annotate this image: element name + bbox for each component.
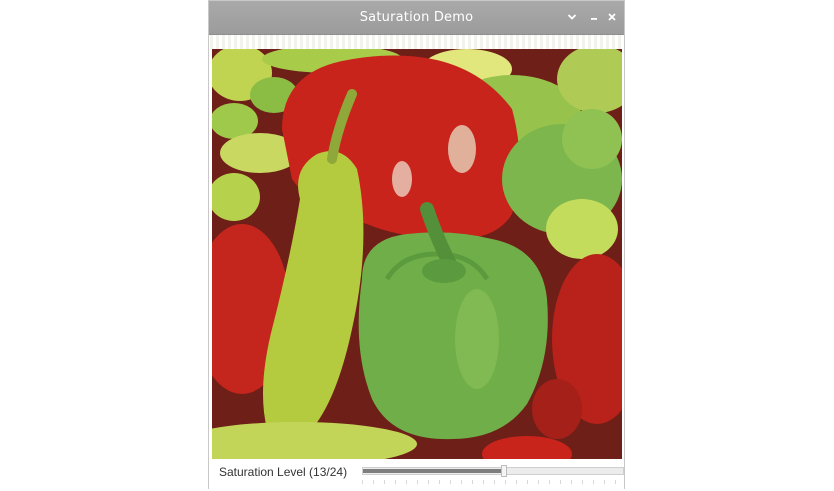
menu-strip <box>210 35 623 49</box>
saturation-control: Saturation Level (13/24) <box>209 459 624 489</box>
slider-handle[interactable] <box>501 465 507 477</box>
app-window: Saturation Demo Saturation Level (13/24) <box>208 0 625 489</box>
slider-ticks <box>362 480 624 484</box>
saturation-label: Saturation Level (13/24) <box>219 465 348 479</box>
chevron-down-icon[interactable] <box>564 9 580 25</box>
peppers-image <box>212 49 622 459</box>
slider-fill <box>363 469 502 473</box>
saturation-image <box>212 49 622 459</box>
title-bar[interactable]: Saturation Demo <box>209 1 624 35</box>
close-icon[interactable] <box>604 9 620 25</box>
saturation-slider[interactable] <box>362 465 624 477</box>
minimize-icon[interactable] <box>586 9 602 25</box>
window-title: Saturation Demo <box>359 10 474 25</box>
